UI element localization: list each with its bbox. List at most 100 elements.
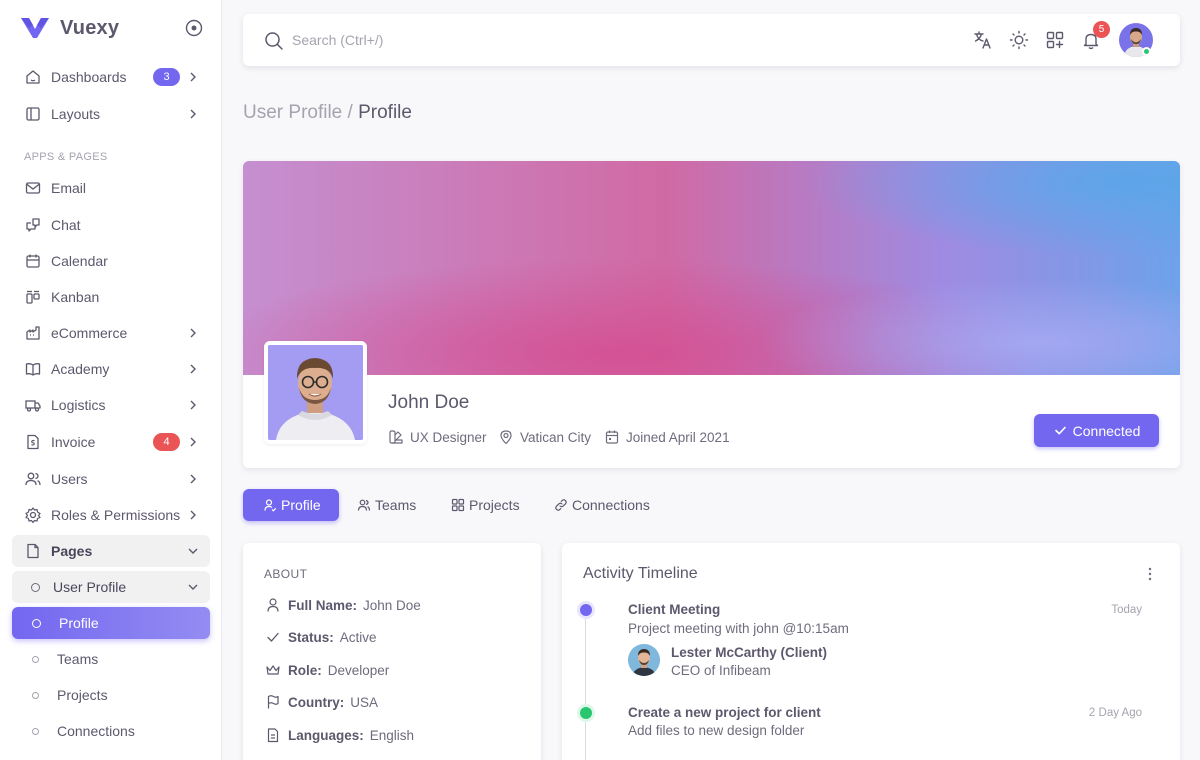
- brand-name: Vuexy: [60, 16, 120, 39]
- sidebar-item-kanban[interactable]: Kanban: [12, 281, 210, 313]
- user-icon: [267, 598, 279, 612]
- tab-connections[interactable]: Connections: [554, 489, 650, 521]
- about-card: ABOUT Full Name: John Doe Status: Active…: [243, 543, 541, 760]
- breadcrumb-parent[interactable]: User Profile: [243, 102, 342, 123]
- tab-teams[interactable]: Teams: [357, 489, 416, 521]
- profile-header-card: John Doe UX Designer Vatican City Joined…: [243, 161, 1180, 468]
- timeline-person-role: CEO of Infibeam: [671, 663, 771, 678]
- building-store-icon: [26, 326, 40, 340]
- search-input[interactable]: [292, 28, 592, 52]
- profile-joined-text: Joined April 2021: [626, 429, 730, 445]
- language-icon[interactable]: [972, 29, 994, 51]
- invoice-badge: 4: [153, 433, 180, 451]
- online-status-dot: [1142, 47, 1151, 56]
- about-key: Languages:: [288, 727, 364, 743]
- tab-profile[interactable]: Profile: [243, 489, 339, 521]
- map-pin-icon: [500, 430, 512, 445]
- timeline-dot-success: [580, 707, 592, 719]
- sidebar-item-invoice[interactable]: Invoice 4: [12, 426, 210, 458]
- about-value: USA: [350, 694, 379, 710]
- timeline-event-time: Today: [1111, 604, 1142, 616]
- breadcrumb-current: Profile: [358, 102, 412, 123]
- chevron-right-icon: [190, 474, 196, 484]
- settings-icon: [25, 507, 41, 524]
- timeline-event-text: Project meeting with john @10:15am: [628, 621, 849, 636]
- sidebar-item-profile[interactable]: Profile: [12, 607, 210, 639]
- sidebar-item-email[interactable]: Email: [12, 172, 210, 204]
- smart-home-icon: [26, 70, 40, 84]
- calendar-icon: [26, 254, 40, 268]
- circle-icon: [31, 582, 40, 592]
- tab-label: Connections: [572, 497, 650, 513]
- chevron-right-icon: [190, 328, 196, 338]
- about-value: Active: [339, 629, 377, 645]
- tab-projects[interactable]: Projects: [451, 489, 520, 521]
- timeline-event-text: Add files to new design folder: [628, 723, 805, 738]
- tab-label: Projects: [469, 497, 520, 513]
- calendar-icon: [605, 430, 619, 444]
- mail-icon: [25, 182, 41, 194]
- connected-button[interactable]: Connected: [1034, 414, 1159, 447]
- sidebar-item-users[interactable]: Users: [12, 463, 210, 495]
- sun-icon[interactable]: [1008, 29, 1030, 51]
- about-value: Developer: [327, 662, 390, 678]
- client-avatar-image: [628, 644, 660, 676]
- sidebar-toggle-icon[interactable]: [185, 19, 203, 37]
- profile-photo: [264, 341, 367, 444]
- sidebar-item-user-profile[interactable]: User Profile: [12, 571, 210, 603]
- file-icon: [27, 543, 39, 559]
- sidebar-item-projects[interactable]: Projects: [12, 679, 210, 711]
- link-icon: [555, 499, 567, 511]
- timeline-title: Activity Timeline: [583, 565, 698, 582]
- sidebar-item-label: Projects: [57, 687, 108, 703]
- profile-location: Vatican City: [498, 429, 591, 445]
- sidebar-item-ecommerce[interactable]: eCommerce: [12, 317, 210, 349]
- sidebar-item-pages[interactable]: Pages: [12, 535, 210, 567]
- vuexy-logo-icon: [21, 18, 49, 38]
- layout-sidebar-icon: [26, 107, 40, 121]
- sidebar-item-calendar[interactable]: Calendar: [12, 245, 210, 277]
- sidebar-item-roles-permissions[interactable]: Roles & Permissions: [12, 499, 210, 531]
- about-key: Role:: [288, 662, 322, 678]
- chevron-right-icon: [190, 437, 196, 447]
- sidebar-item-academy[interactable]: Academy: [12, 353, 210, 385]
- about-title: ABOUT: [264, 567, 308, 581]
- crown-icon: [266, 665, 280, 675]
- topbar: 5: [243, 14, 1180, 66]
- chevron-down-icon: [188, 584, 198, 590]
- about-row-languages: Languages: English: [265, 726, 414, 744]
- about-key: Full Name:: [288, 597, 358, 613]
- about-row-full-name: Full Name: John Doe: [265, 596, 421, 614]
- timeline-line: [585, 609, 586, 760]
- about-row-role: Role: Developer: [265, 661, 389, 679]
- dots-vertical-icon[interactable]: [1142, 566, 1158, 582]
- profile-designation: UX Designer: [388, 429, 487, 445]
- chevron-right-icon: [190, 72, 196, 82]
- about-row-country: Country: USA: [265, 693, 378, 711]
- messages-icon: [26, 218, 40, 232]
- sidebar-item-teams[interactable]: Teams: [12, 643, 210, 675]
- about-value: John Doe: [363, 597, 421, 613]
- about-row-status: Status: Active: [265, 628, 377, 646]
- search-icon[interactable]: [263, 30, 285, 52]
- sidebar-item-connections[interactable]: Connections: [12, 715, 210, 747]
- sidebar-item-layouts[interactable]: Layouts: [12, 98, 210, 130]
- circle-icon: [32, 691, 39, 699]
- sidebar-item-dashboards[interactable]: Dashboards 3: [12, 61, 210, 93]
- sidebar-item-logistics[interactable]: Logistics: [12, 389, 210, 421]
- about-key: Country:: [288, 694, 345, 710]
- layout-grid-icon: [451, 498, 465, 512]
- timeline-event-time: 2 Day Ago: [1088, 707, 1142, 719]
- brand[interactable]: Vuexy: [20, 14, 119, 42]
- chevron-down-icon: [188, 548, 198, 554]
- layout-kanban-icon: [26, 290, 40, 304]
- sidebar: Vuexy Dashboards 3 Layouts APPS & PAGES …: [0, 0, 222, 760]
- sidebar-item-label: Chat: [51, 217, 81, 233]
- sidebar-item-chat[interactable]: Chat: [12, 209, 210, 241]
- book-icon: [25, 363, 41, 376]
- chevron-right-icon: [190, 364, 196, 374]
- client-avatar: [628, 644, 660, 676]
- tab-label: Profile: [281, 497, 321, 513]
- about-value: English: [369, 727, 415, 743]
- apps-icon[interactable]: [1044, 29, 1066, 51]
